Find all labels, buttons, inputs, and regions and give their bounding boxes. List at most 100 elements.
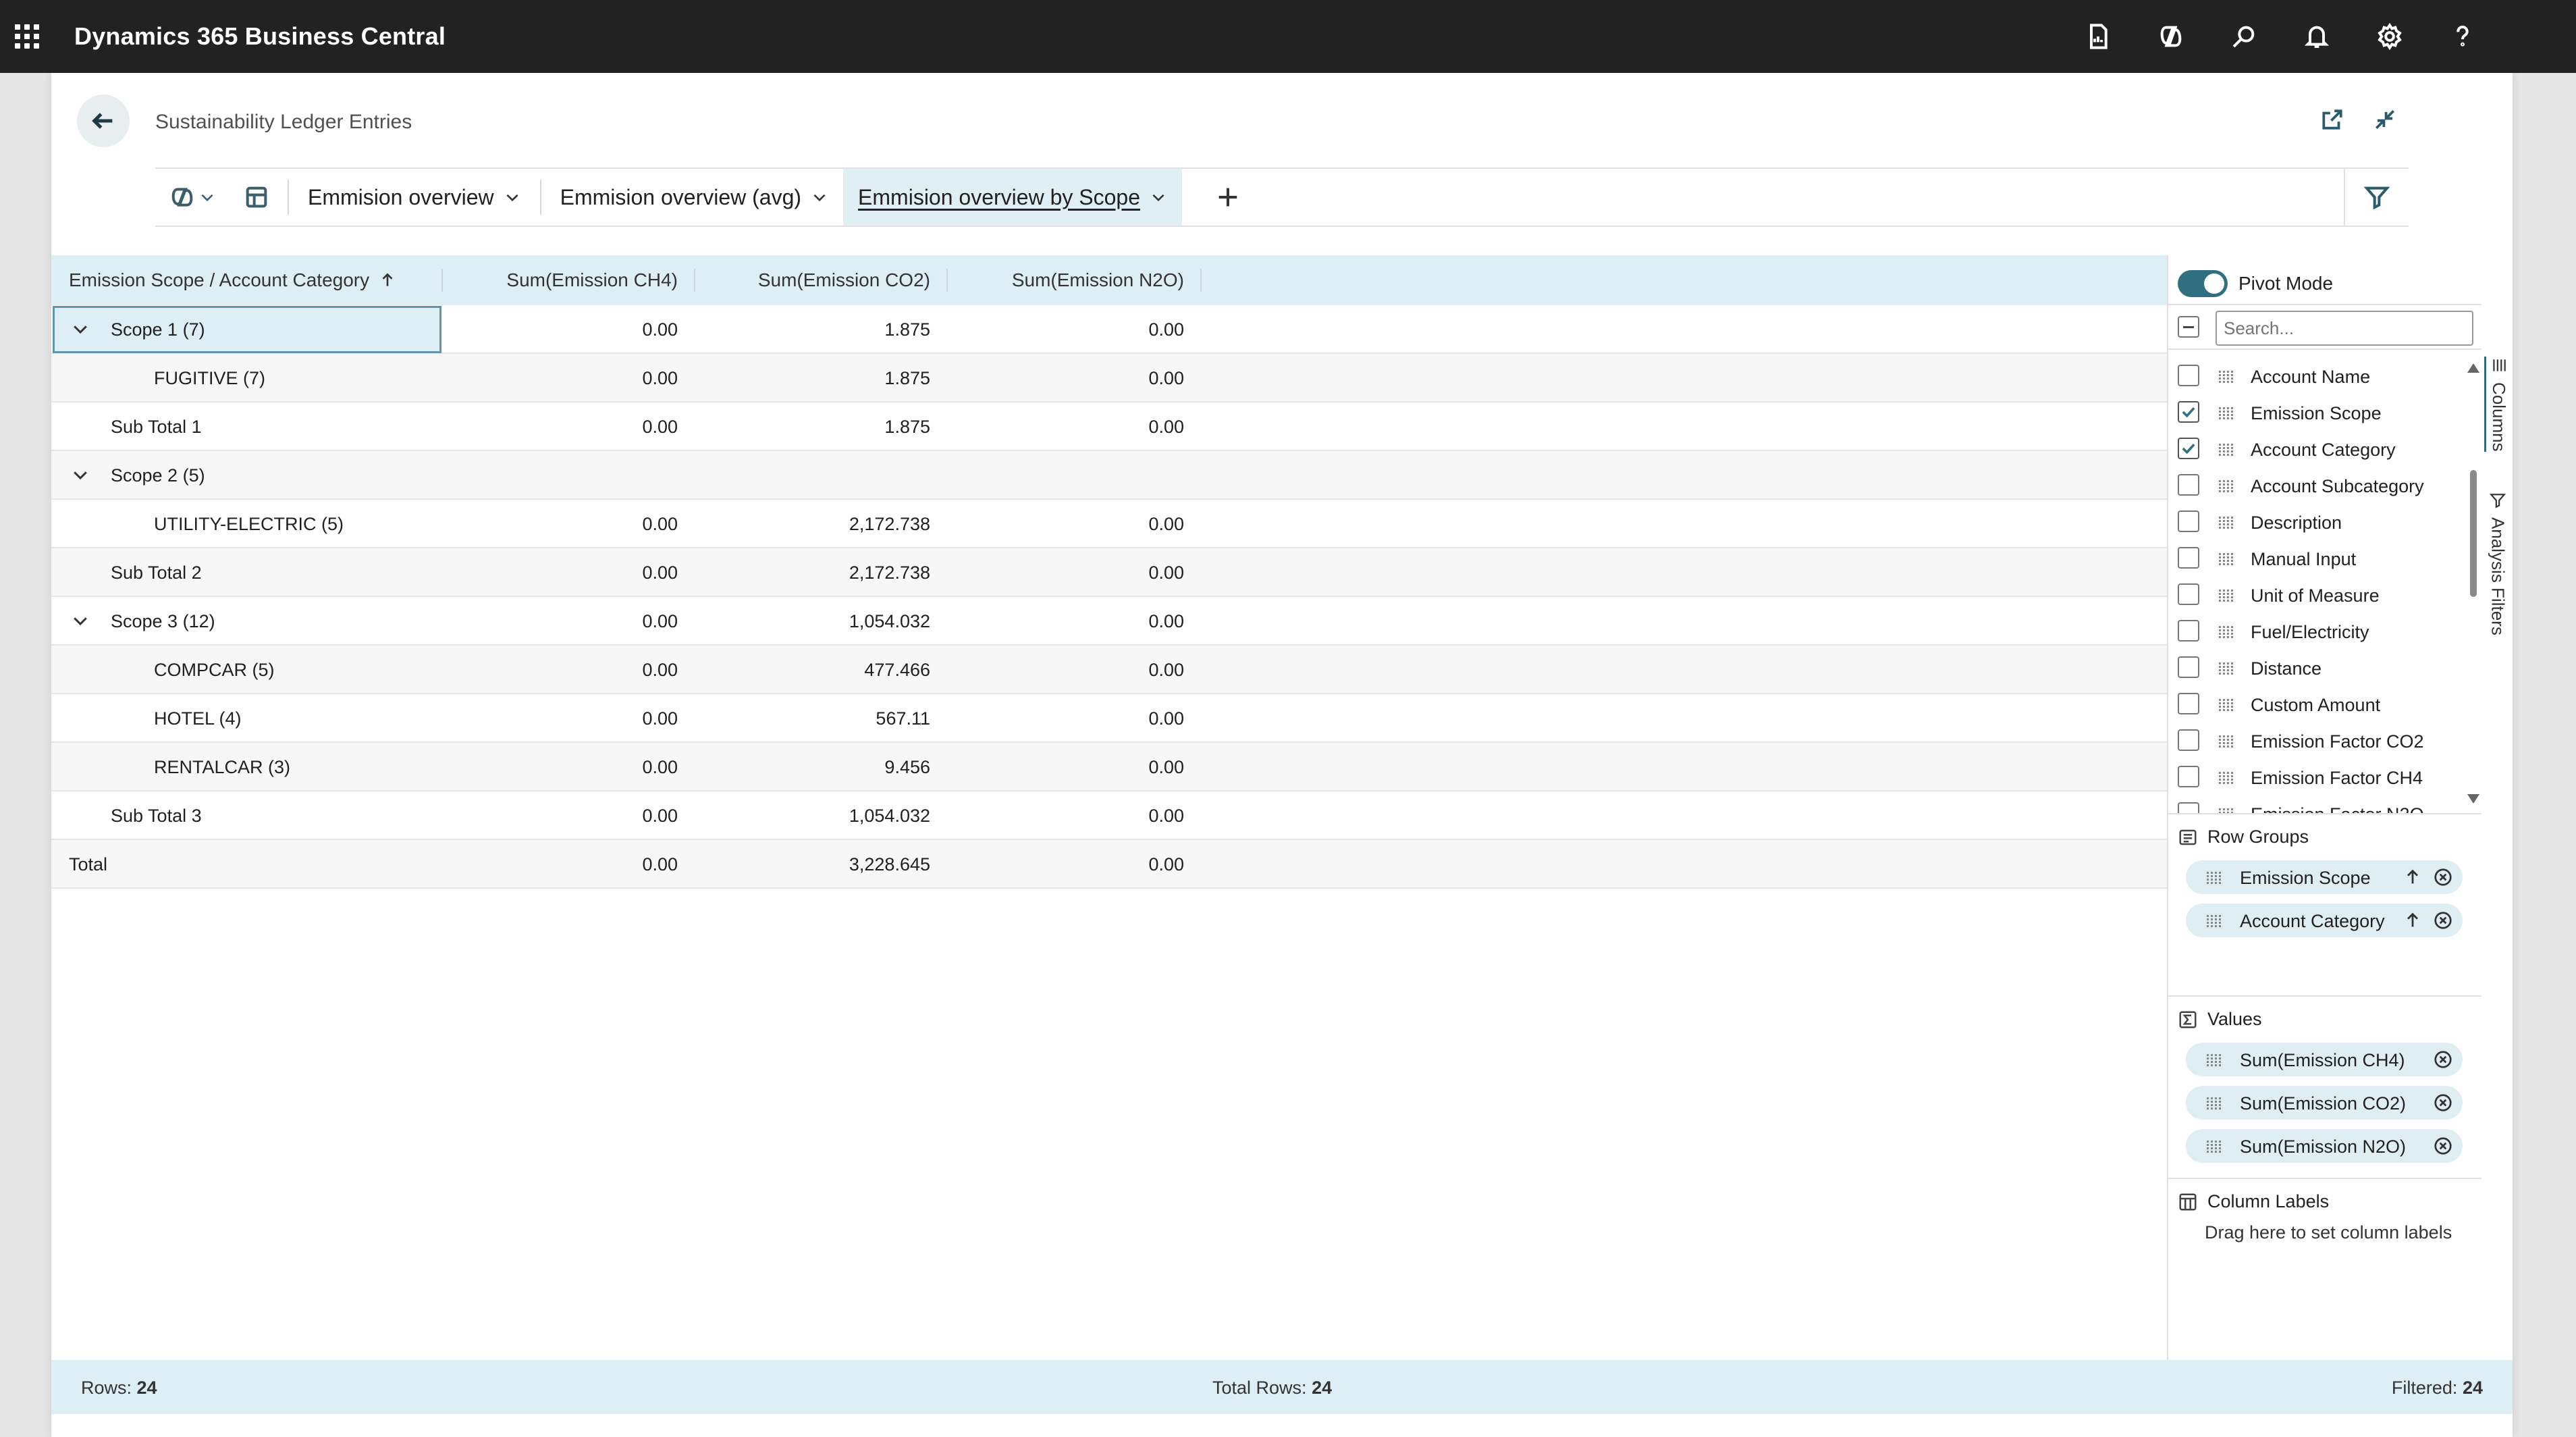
column-checkbox[interactable] <box>2178 474 2199 496</box>
tab-emmision-overview-by-scope[interactable]: Emmision overview by Scope <box>843 169 1182 226</box>
column-checkbox[interactable] <box>2178 802 2199 813</box>
drop-zone-pill[interactable]: Sum(Emission CO2) <box>2186 1086 2463 1120</box>
column-list-item[interactable]: Account Name <box>2168 358 2465 394</box>
chevron-down-icon[interactable] <box>1150 188 1167 206</box>
chevron-down-icon[interactable] <box>504 188 521 206</box>
drag-handle-icon[interactable] <box>2206 1095 2222 1116</box>
select-all-checkbox[interactable] <box>2178 316 2199 338</box>
column-list-item[interactable]: Unit of Measure <box>2168 577 2465 613</box>
sort-ascending-icon[interactable] <box>2403 910 2422 931</box>
bell-icon[interactable] <box>2298 18 2336 55</box>
column-checkbox[interactable] <box>2178 547 2199 569</box>
column-checkbox[interactable] <box>2178 693 2199 714</box>
app-title[interactable]: Dynamics 365 Business Central <box>74 22 446 51</box>
drag-handle-icon[interactable] <box>2218 806 2234 813</box>
column-list-item[interactable]: Emission Scope <box>2168 394 2465 431</box>
row-groups-section[interactable]: Row Groups Emission ScopeAccount Categor… <box>2168 813 2481 995</box>
scroll-down-arrow-icon[interactable] <box>2467 794 2479 804</box>
chevron-down-icon[interactable] <box>70 319 90 339</box>
column-checkbox[interactable] <box>2178 620 2199 642</box>
drop-zone-pill[interactable]: Account Category <box>2186 904 2463 937</box>
chevron-down-icon[interactable] <box>70 610 90 631</box>
analysis-menu-button[interactable] <box>155 169 230 226</box>
column-list-item[interactable]: Emission Factor CH4 <box>2168 759 2465 795</box>
column-checkbox[interactable] <box>2178 438 2199 459</box>
column-list-item[interactable]: Manual Input <box>2168 540 2465 577</box>
drop-zone-pill[interactable]: Sum(Emission CH4) <box>2186 1043 2463 1076</box>
table-row[interactable]: Total0.003,228.6450.00 <box>51 840 2167 889</box>
drag-handle-icon[interactable] <box>2218 515 2234 529</box>
remove-icon[interactable] <box>2433 910 2453 931</box>
app-launcher-icon[interactable] <box>15 24 39 49</box>
table-row[interactable]: RENTALCAR (3)0.009.4560.00 <box>51 743 2167 791</box>
column-checkbox[interactable] <box>2178 401 2199 423</box>
drag-handle-icon[interactable] <box>2218 405 2234 420</box>
column-list-item[interactable]: Emission Factor CO2 <box>2168 723 2465 759</box>
side-tab-columns[interactable]: Columns <box>2484 357 2511 452</box>
drag-handle-icon[interactable] <box>2218 770 2234 785</box>
drag-handle-icon[interactable] <box>2218 478 2234 493</box>
column-checkbox[interactable] <box>2178 656 2199 678</box>
search-icon[interactable] <box>2225 18 2263 55</box>
help-icon[interactable] <box>2444 18 2481 55</box>
column-checkbox[interactable] <box>2178 766 2199 787</box>
table-row[interactable]: UTILITY-ELECTRIC (5)0.002,172.7380.00 <box>51 500 2167 548</box>
scroll-thumb[interactable] <box>2470 470 2477 597</box>
column-list-item[interactable]: Description <box>2168 504 2465 540</box>
drag-handle-icon[interactable] <box>2206 913 2222 934</box>
sort-ascending-icon[interactable] <box>379 271 396 289</box>
table-view-button[interactable] <box>230 169 284 226</box>
chevron-down-icon[interactable] <box>70 465 90 485</box>
remove-icon[interactable] <box>2433 1049 2453 1070</box>
values-section[interactable]: Values Sum(Emission CH4)Sum(Emission CO2… <box>2168 995 2481 1178</box>
tab-emmision-overview-avg[interactable]: Emmision overview (avg) <box>545 169 843 226</box>
header-cell-ch4[interactable]: Sum(Emission CH4) <box>443 255 678 305</box>
filter-button[interactable] <box>2344 169 2409 226</box>
table-row[interactable]: Scope 2 (5) <box>51 451 2167 500</box>
column-labels-section[interactable]: Column Labels Drag here to set column la… <box>2168 1178 2481 1360</box>
drag-handle-icon[interactable] <box>2218 369 2234 384</box>
drag-handle-icon[interactable] <box>2218 587 2234 602</box>
drag-handle-icon[interactable] <box>2218 624 2234 639</box>
collapse-icon[interactable] <box>2372 107 2398 132</box>
column-checkbox[interactable] <box>2178 729 2199 751</box>
table-row[interactable]: COMPCAR (5)0.00477.4660.00 <box>51 646 2167 694</box>
remove-icon[interactable] <box>2433 867 2453 887</box>
drag-handle-icon[interactable] <box>2206 1052 2222 1073</box>
column-list-item[interactable]: Account Subcategory <box>2168 467 2465 504</box>
drag-handle-icon[interactable] <box>2206 870 2222 891</box>
copilot-icon[interactable] <box>2152 18 2190 55</box>
open-new-window-icon[interactable] <box>2319 107 2345 132</box>
drop-zone-pill[interactable]: Sum(Emission N2O) <box>2186 1129 2463 1163</box>
drag-handle-icon[interactable] <box>2218 697 2234 712</box>
column-list-scrollbar[interactable] <box>2467 358 2479 804</box>
sort-ascending-icon[interactable] <box>2403 867 2422 887</box>
tab-emmision-overview[interactable]: Emmision overview <box>293 169 536 226</box>
table-row[interactable]: Scope 1 (7)0.001.8750.00 <box>51 305 2167 354</box>
remove-icon[interactable] <box>2433 1093 2453 1113</box>
column-search-input[interactable] <box>2216 311 2473 346</box>
drag-handle-icon[interactable] <box>2218 733 2234 748</box>
add-view-button[interactable] <box>1201 169 1255 226</box>
table-row[interactable]: HOTEL (4)0.00567.110.00 <box>51 694 2167 743</box>
side-tab-analysis-filters[interactable]: Analysis Filters <box>2484 492 2511 635</box>
gear-icon[interactable] <box>2371 18 2409 55</box>
column-list-item[interactable]: Account Category <box>2168 431 2465 467</box>
drag-handle-icon[interactable] <box>2218 551 2234 566</box>
column-checkbox[interactable] <box>2178 511 2199 532</box>
header-cell-co2[interactable]: Sum(Emission CO2) <box>695 255 930 305</box>
chevron-down-icon[interactable] <box>811 188 828 206</box>
scroll-up-arrow-icon[interactable] <box>2467 363 2479 373</box>
column-checkbox[interactable] <box>2178 583 2199 605</box>
table-row[interactable]: Scope 3 (12)0.001,054.0320.00 <box>51 597 2167 646</box>
column-list-item[interactable]: Fuel/Electricity <box>2168 613 2465 650</box>
remove-icon[interactable] <box>2433 1136 2453 1156</box>
header-cell-group[interactable]: Emission Scope / Account Category <box>69 255 433 305</box>
column-list-item[interactable]: Emission Factor N2O <box>2168 795 2465 813</box>
table-row[interactable]: Sub Total 30.001,054.0320.00 <box>51 791 2167 840</box>
column-list-item[interactable]: Distance <box>2168 650 2465 686</box>
header-cell-n2o[interactable]: Sum(Emission N2O) <box>948 255 1184 305</box>
table-row[interactable]: FUGITIVE (7)0.001.8750.00 <box>51 354 2167 402</box>
drag-handle-icon[interactable] <box>2218 442 2234 456</box>
column-list-item[interactable]: Custom Amount <box>2168 686 2465 723</box>
